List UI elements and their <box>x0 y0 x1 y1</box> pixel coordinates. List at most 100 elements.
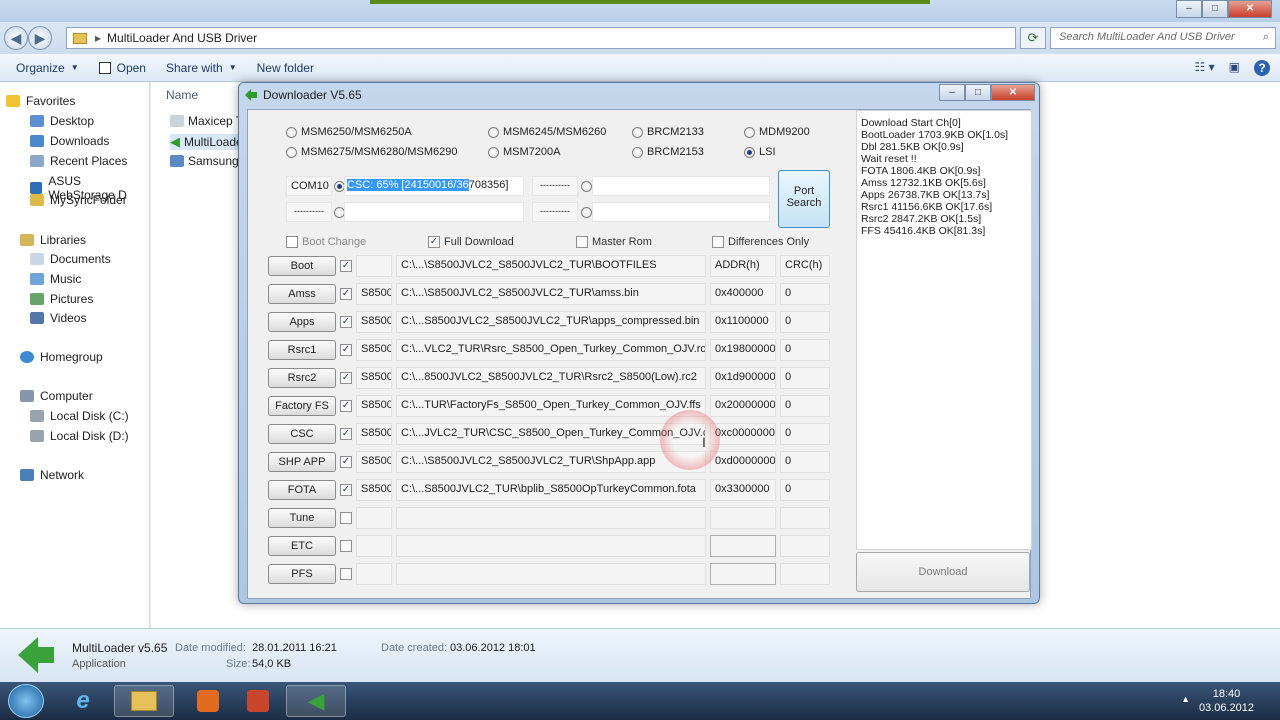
preview-pane-icon[interactable]: ▣ <box>1229 60 1240 76</box>
nav-pictures[interactable]: Pictures <box>30 292 93 306</box>
nav-favorites[interactable]: Favorites <box>6 94 75 108</box>
port4-radio[interactable] <box>581 207 592 218</box>
differences-only-checkbox[interactable]: Differences Only <box>712 236 809 248</box>
nav-homegroup[interactable]: Homegroup <box>20 350 103 364</box>
address-bar[interactable]: ▸ MultiLoader And USB Driver <box>66 27 1016 49</box>
rsrc1-button[interactable]: Rsrc1 <box>268 340 336 360</box>
amss-checkbox[interactable]: ✓ <box>340 288 352 300</box>
back-button[interactable]: ◀ <box>4 26 28 50</box>
fota-checkbox[interactable]: ✓ <box>340 484 352 496</box>
port-search-button[interactable]: Port Search <box>778 170 830 228</box>
pfs-checkbox[interactable] <box>340 568 352 580</box>
apps-button[interactable]: Apps <box>268 312 336 332</box>
close-button[interactable]: ✕ <box>1228 0 1272 18</box>
nav-label: Computer <box>40 389 93 403</box>
csc-checkbox[interactable]: ✓ <box>340 428 352 440</box>
nav-local-disk-d[interactable]: Local Disk (D:) <box>30 429 129 443</box>
videos-icon <box>30 312 44 324</box>
nav-desktop[interactable]: Desktop <box>30 114 94 128</box>
chip-radio-mdm9200[interactable]: MDM9200 <box>744 126 810 138</box>
new-folder-button[interactable]: New folder <box>247 61 324 75</box>
full-download-checkbox[interactable]: ✓ Full Download <box>428 236 514 248</box>
detail-size-label: Size: <box>226 658 251 670</box>
nav-music[interactable]: Music <box>30 272 81 286</box>
share-with-button[interactable]: Share with ▼ <box>156 61 247 75</box>
amss-button[interactable]: Amss <box>268 284 336 304</box>
chip-radio-lsi[interactable]: LSI <box>744 146 776 158</box>
nav-computer[interactable]: Computer <box>20 389 93 403</box>
chip-radio-msm7200a[interactable]: MSM7200A <box>488 146 560 158</box>
port4-status <box>592 202 770 222</box>
nav-downloads[interactable]: Downloads <box>30 134 109 148</box>
download-button[interactable]: Download <box>856 552 1030 592</box>
factory-fs-button[interactable]: Factory FS <box>268 396 336 416</box>
boot-button[interactable]: Boot <box>268 256 336 276</box>
tune-button[interactable]: Tune <box>268 508 336 528</box>
internet-explorer-taskbar-button[interactable]: e <box>54 685 112 717</box>
log-line: Rsrc2 2847.2KB OK[1.5s] <box>861 213 982 225</box>
dialog-close-button[interactable]: ✕ <box>991 84 1035 101</box>
dialog-title: Downloader V5.65 <box>263 88 362 102</box>
shp-app-checkbox[interactable]: ✓ <box>340 456 352 468</box>
nav-documents[interactable]: Documents <box>30 252 111 266</box>
application-arrow-icon <box>18 637 38 673</box>
apps-checkbox[interactable]: ✓ <box>340 316 352 328</box>
rsrc2-button[interactable]: Rsrc2 <box>268 368 336 388</box>
tray-expand-icon[interactable]: ▲ <box>1181 694 1190 704</box>
minimize-button[interactable]: – <box>1176 0 1202 18</box>
chip-radio-msm6275[interactable]: MSM6275/MSM6280/MSM6290 <box>286 146 458 158</box>
fota-button[interactable]: FOTA <box>268 480 336 500</box>
view-options-icon[interactable]: ☷ ▾ <box>1195 60 1215 76</box>
radio-label: LSI <box>759 146 776 158</box>
open-button[interactable]: Open <box>89 61 156 75</box>
help-icon[interactable]: ? <box>1254 59 1270 76</box>
chip-radio-msm6245[interactable]: MSM6245/MSM6260 <box>488 126 606 138</box>
file-item[interactable]: ◀ MultiLoade <box>170 134 243 150</box>
nav-local-disk-c[interactable]: Local Disk (C:) <box>30 409 129 423</box>
pfs-addr-input[interactable] <box>710 563 776 585</box>
port2-label: ---------- <box>532 176 578 196</box>
port2-radio[interactable] <box>581 181 592 192</box>
rsrc2-checkbox[interactable]: ✓ <box>340 372 352 384</box>
forward-button[interactable]: ▶ <box>28 26 52 50</box>
refresh-button[interactable]: ⟳ <box>1020 27 1046 49</box>
log-line: FOTA 1806.4KB OK[0.9s] <box>861 165 981 177</box>
etc-checkbox[interactable] <box>340 540 352 552</box>
file-item[interactable]: Maxicep Tr <box>170 114 247 128</box>
chip-radio-brcm2153[interactable]: BRCM2153 <box>632 146 704 158</box>
etc-addr-input[interactable] <box>710 535 776 557</box>
start-button[interactable] <box>8 684 44 718</box>
nav-network[interactable]: Network <box>20 468 84 482</box>
master-rom-checkbox[interactable]: Master Rom <box>576 236 652 248</box>
column-header-name[interactable]: Name <box>166 88 198 102</box>
dialog-minimize-button[interactable]: – <box>939 84 965 101</box>
factory-fs-checkbox[interactable]: ✓ <box>340 400 352 412</box>
multiloader-taskbar-button[interactable]: ◀ <box>286 685 346 717</box>
boot-checkbox[interactable]: ✓ <box>340 260 352 272</box>
file-name: MultiLoade <box>184 135 243 149</box>
nav-mysyncfolder[interactable]: MySyncFolder <box>30 193 127 207</box>
etc-button[interactable]: ETC <box>268 536 336 556</box>
nav-libraries[interactable]: Libraries <box>20 233 86 247</box>
chip-radio-brcm2133[interactable]: BRCM2133 <box>632 126 704 138</box>
app-taskbar-button[interactable] <box>228 685 288 717</box>
dialog-maximize-button[interactable]: □ <box>965 84 991 101</box>
fota-path: C:\...S8500JVLC2_TUR\bplib_S8500OpTurkey… <box>396 479 706 501</box>
rsrc1-checkbox[interactable]: ✓ <box>340 344 352 356</box>
explorer-taskbar-button[interactable] <box>114 685 174 717</box>
search-input[interactable]: Search MultiLoader And USB Driver ⌕ <box>1050 27 1276 49</box>
checkbox-icon <box>286 236 298 248</box>
nav-recent-places[interactable]: Recent Places <box>30 154 127 168</box>
chip-radio-msm6250[interactable]: MSM6250/MSM6250A <box>286 126 412 138</box>
maximize-button[interactable]: □ <box>1202 0 1228 18</box>
nav-label: MySyncFolder <box>50 193 127 207</box>
csc-button[interactable]: CSC <box>268 424 336 444</box>
internet-explorer-icon: e <box>76 687 90 714</box>
taskbar-clock[interactable]: 18:40 03.06.2012 <box>1199 687 1254 715</box>
tune-checkbox[interactable] <box>340 512 352 524</box>
pfs-button[interactable]: PFS <box>268 564 336 584</box>
boot-change-checkbox[interactable]: Boot Change <box>286 236 366 248</box>
shp-app-button[interactable]: SHP APP <box>268 452 336 472</box>
organize-button[interactable]: Organize ▼ <box>6 61 89 75</box>
nav-videos[interactable]: Videos <box>30 311 86 325</box>
